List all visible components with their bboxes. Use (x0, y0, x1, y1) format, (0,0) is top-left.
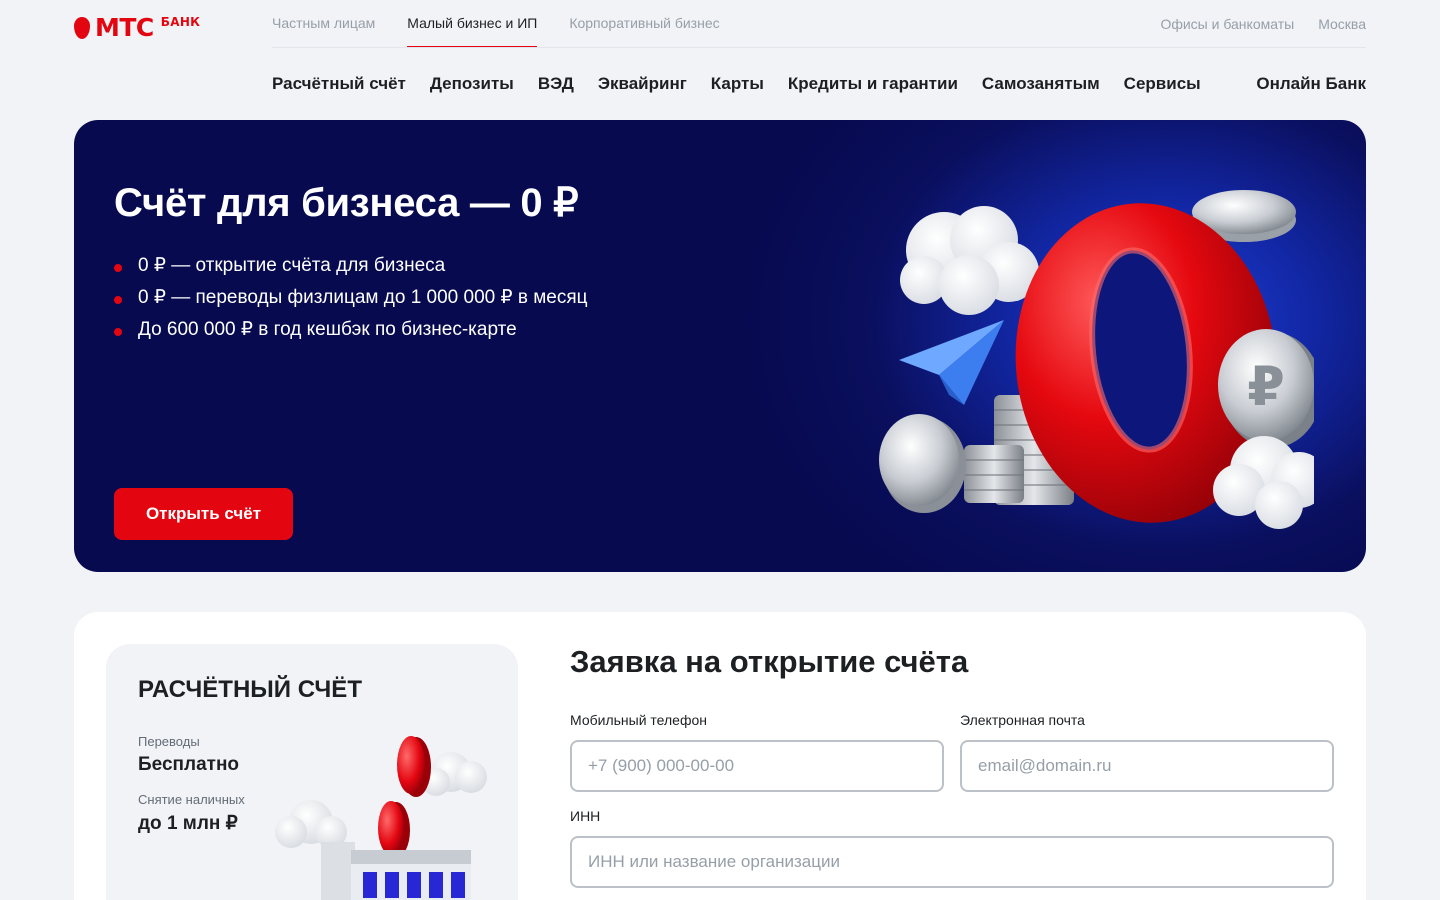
online-bank-link[interactable]: Онлайн Банк (1256, 72, 1366, 96)
hero-illustration: ₽ (879, 190, 1314, 529)
nav-item-deposits[interactable]: Депозиты (430, 72, 514, 96)
cash-withdrawal-value: до 1 млн ₽ (138, 813, 238, 834)
coin-icon (879, 414, 966, 513)
logo-suffix: БАНК (160, 15, 201, 29)
paper-plane-icon (899, 320, 1004, 405)
hero-benefit: 0 ₽ — переводы физлицам до 1 000 000 ₽ в… (114, 282, 588, 314)
coin-icon (378, 801, 410, 858)
account-promo-card: РАСЧЁТНЫЙ СЧЁТ Переводы Бесплатно Снятие… (106, 644, 518, 900)
promo-title: РАСЧЁТНЫЙ СЧЁТ (138, 676, 363, 703)
nav-item-acquiring[interactable]: Эквайринг (598, 72, 687, 96)
phone-label: Мобильный телефон (570, 712, 707, 728)
hero-banner: Счёт для бизнеса — 0 ₽ 0 ₽ — открытие сч… (74, 120, 1366, 572)
offices-link[interactable]: Офисы и банкоматы (1160, 0, 1294, 48)
nav-item-cards[interactable]: Карты (711, 72, 764, 96)
cloud-icon (900, 206, 1039, 315)
nav-item-account[interactable]: Расчётный счёт (272, 72, 406, 96)
coin-icon (397, 736, 431, 797)
segment-nav: Частным лицам Малый бизнес и ИП Корпорат… (272, 0, 720, 48)
mts-bank-logo[interactable]: МТС БАНК (74, 14, 200, 42)
utility-links: Офисы и банкоматы Москва (1160, 0, 1366, 48)
inn-input[interactable] (570, 836, 1334, 888)
open-account-button[interactable]: Открыть счёт (114, 488, 293, 540)
header-divider (272, 47, 1366, 48)
city-selector[interactable]: Москва (1318, 0, 1366, 48)
nav-item-credits[interactable]: Кредиты и гарантии (788, 72, 958, 96)
email-label: Электронная почта (960, 712, 1085, 728)
hero-benefit: 0 ₽ — открытие счёта для бизнеса (114, 250, 588, 282)
segment-tab-small-business[interactable]: Малый бизнес и ИП (407, 0, 538, 48)
inn-label: ИНН (570, 808, 601, 824)
transfers-value: Бесплатно (138, 754, 240, 775)
email-input[interactable] (960, 740, 1334, 792)
shop-icon (321, 842, 471, 900)
logo-brand: МТС (95, 13, 154, 42)
main-nav: Расчётный счёт Депозиты ВЭД Эквайринг Ка… (272, 72, 1201, 96)
hero-benefit: До 600 000 ₽ в год кешбэк по бизнес-карт… (114, 314, 588, 346)
nav-item-self-employed[interactable]: Самозанятым (982, 72, 1100, 96)
segment-tab-individuals[interactable]: Частным лицам (272, 0, 375, 48)
cloud-icon (422, 752, 487, 796)
shop-illustration (275, 736, 487, 900)
cloud-icon (275, 800, 347, 848)
form-title: Заявка на открытие счёта (570, 644, 969, 679)
nav-item-services[interactable]: Сервисы (1124, 72, 1201, 96)
hero-benefits-list: 0 ₽ — открытие счёта для бизнеса 0 ₽ — п… (114, 250, 588, 346)
svg-text:₽: ₽ (1247, 355, 1285, 418)
hero-title: Счёт для бизнеса — 0 ₽ (114, 181, 579, 225)
segment-tab-corporate[interactable]: Корпоративный бизнес (569, 0, 719, 48)
transfers-label: Переводы (138, 734, 200, 749)
nav-item-ved[interactable]: ВЭД (538, 72, 574, 96)
cash-withdrawal-label: Снятие наличных (138, 792, 245, 807)
mts-egg-icon (74, 17, 90, 39)
application-section: РАСЧЁТНЫЙ СЧЁТ Переводы Бесплатно Снятие… (74, 612, 1366, 900)
phone-input[interactable] (570, 740, 944, 792)
